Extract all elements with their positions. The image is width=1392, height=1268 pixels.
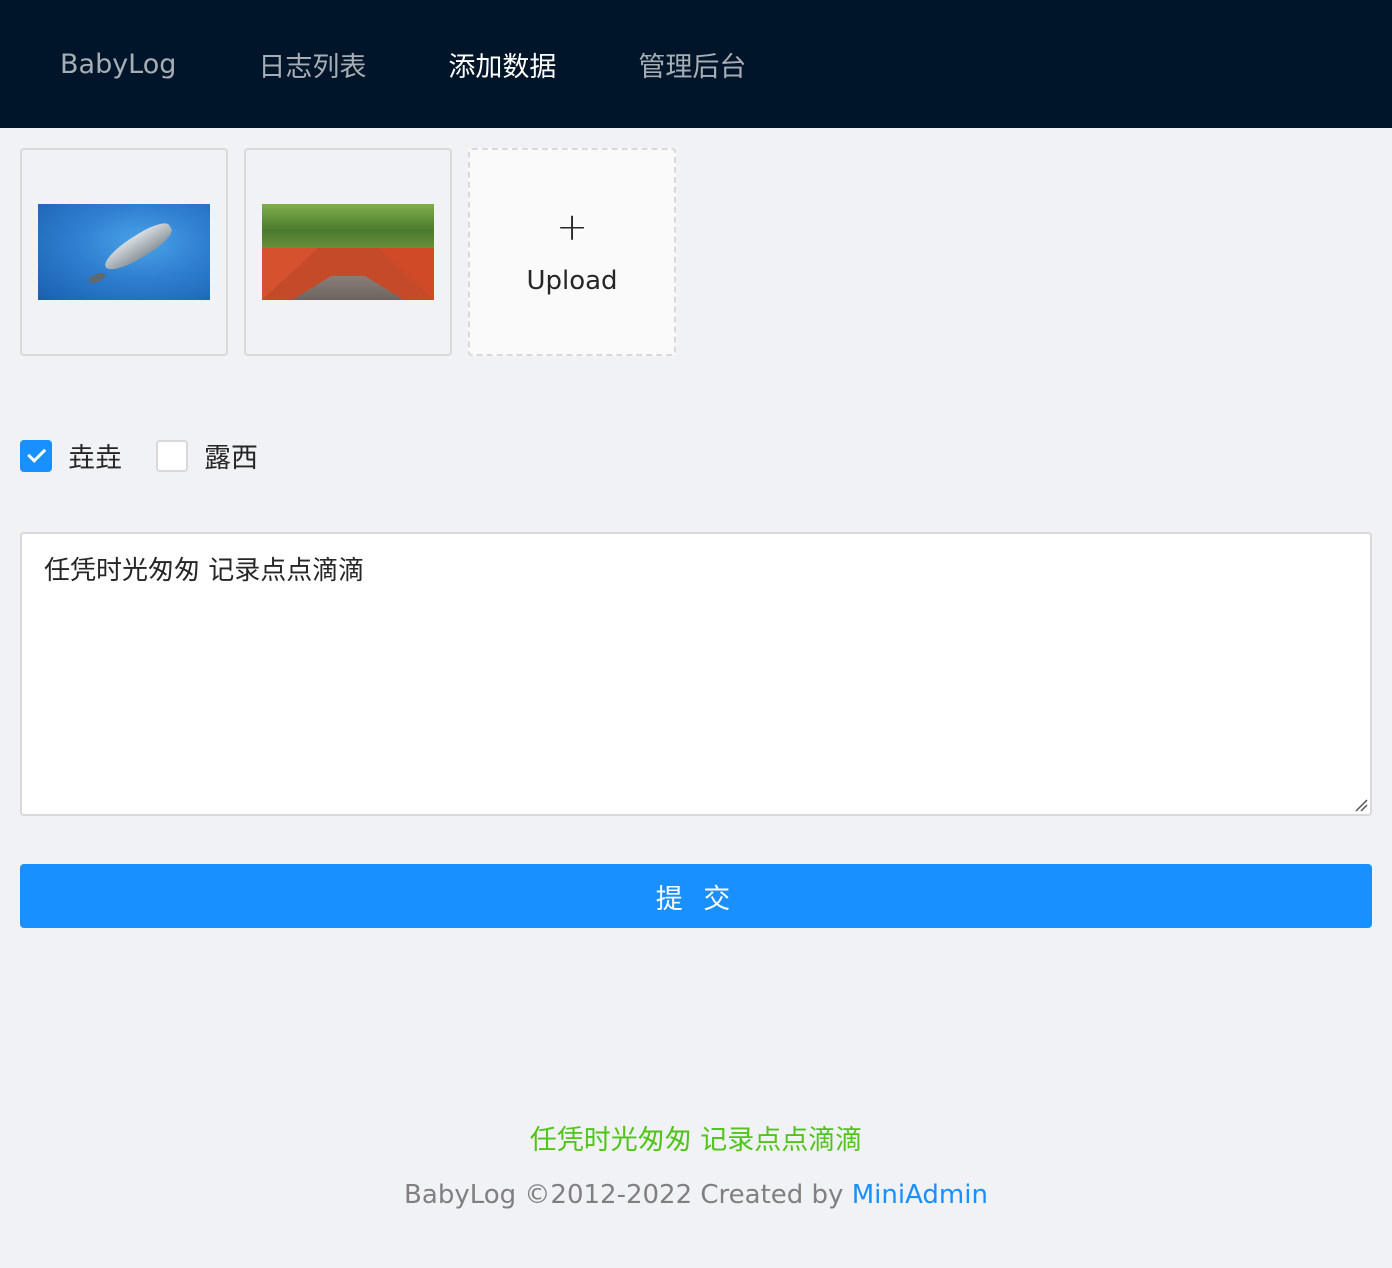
- plus-icon: +: [556, 205, 588, 249]
- checkbox-label: 露西: [204, 443, 258, 474]
- check-icon: [27, 443, 47, 463]
- checkbox-checked[interactable]: [20, 439, 52, 472]
- corridor-image: [262, 204, 434, 300]
- upload-list: + Upload: [20, 148, 676, 356]
- checkbox-label: 垚垚: [68, 443, 122, 474]
- nav-item-admin[interactable]: 管理后台: [638, 45, 746, 84]
- whale-image: [38, 204, 210, 300]
- top-nav-bar: BabyLog 日志列表 添加数据 管理后台: [0, 0, 1392, 128]
- people-checkbox-group: 垚垚 露西: [20, 436, 292, 475]
- uploaded-image-corridor[interactable]: [244, 148, 452, 356]
- uploaded-image-whale[interactable]: [20, 148, 228, 356]
- submit-button[interactable]: 提 交: [20, 864, 1372, 928]
- resize-handle-icon[interactable]: [1354, 798, 1368, 812]
- note-textarea[interactable]: 任凭时光匆匆 记录点点滴滴: [20, 532, 1372, 816]
- upload-button[interactable]: + Upload: [468, 148, 676, 356]
- checkbox-person-2[interactable]: 露西: [156, 436, 258, 475]
- footer-copyright: BabyLog ©2012-2022 Created by MiniAdmin: [0, 1180, 1392, 1210]
- checkbox-person-1[interactable]: 垚垚: [20, 436, 122, 475]
- copyright-text: BabyLog ©2012-2022 Created by: [404, 1180, 852, 1210]
- miniadmin-link[interactable]: MiniAdmin: [852, 1180, 988, 1210]
- footer-slogan: 任凭时光匆匆 记录点点滴滴: [529, 1125, 863, 1156]
- upload-label: Upload: [526, 266, 618, 296]
- checkbox-unchecked[interactable]: [156, 439, 188, 472]
- nav-item-log-list[interactable]: 日志列表: [258, 45, 366, 84]
- nav-item-babylog[interactable]: BabyLog: [60, 49, 176, 80]
- nav-item-add-data[interactable]: 添加数据: [448, 45, 556, 84]
